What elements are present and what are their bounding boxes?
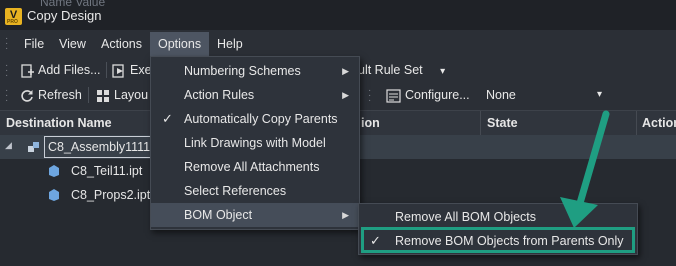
annotation-arrow-icon: [560, 110, 610, 228]
